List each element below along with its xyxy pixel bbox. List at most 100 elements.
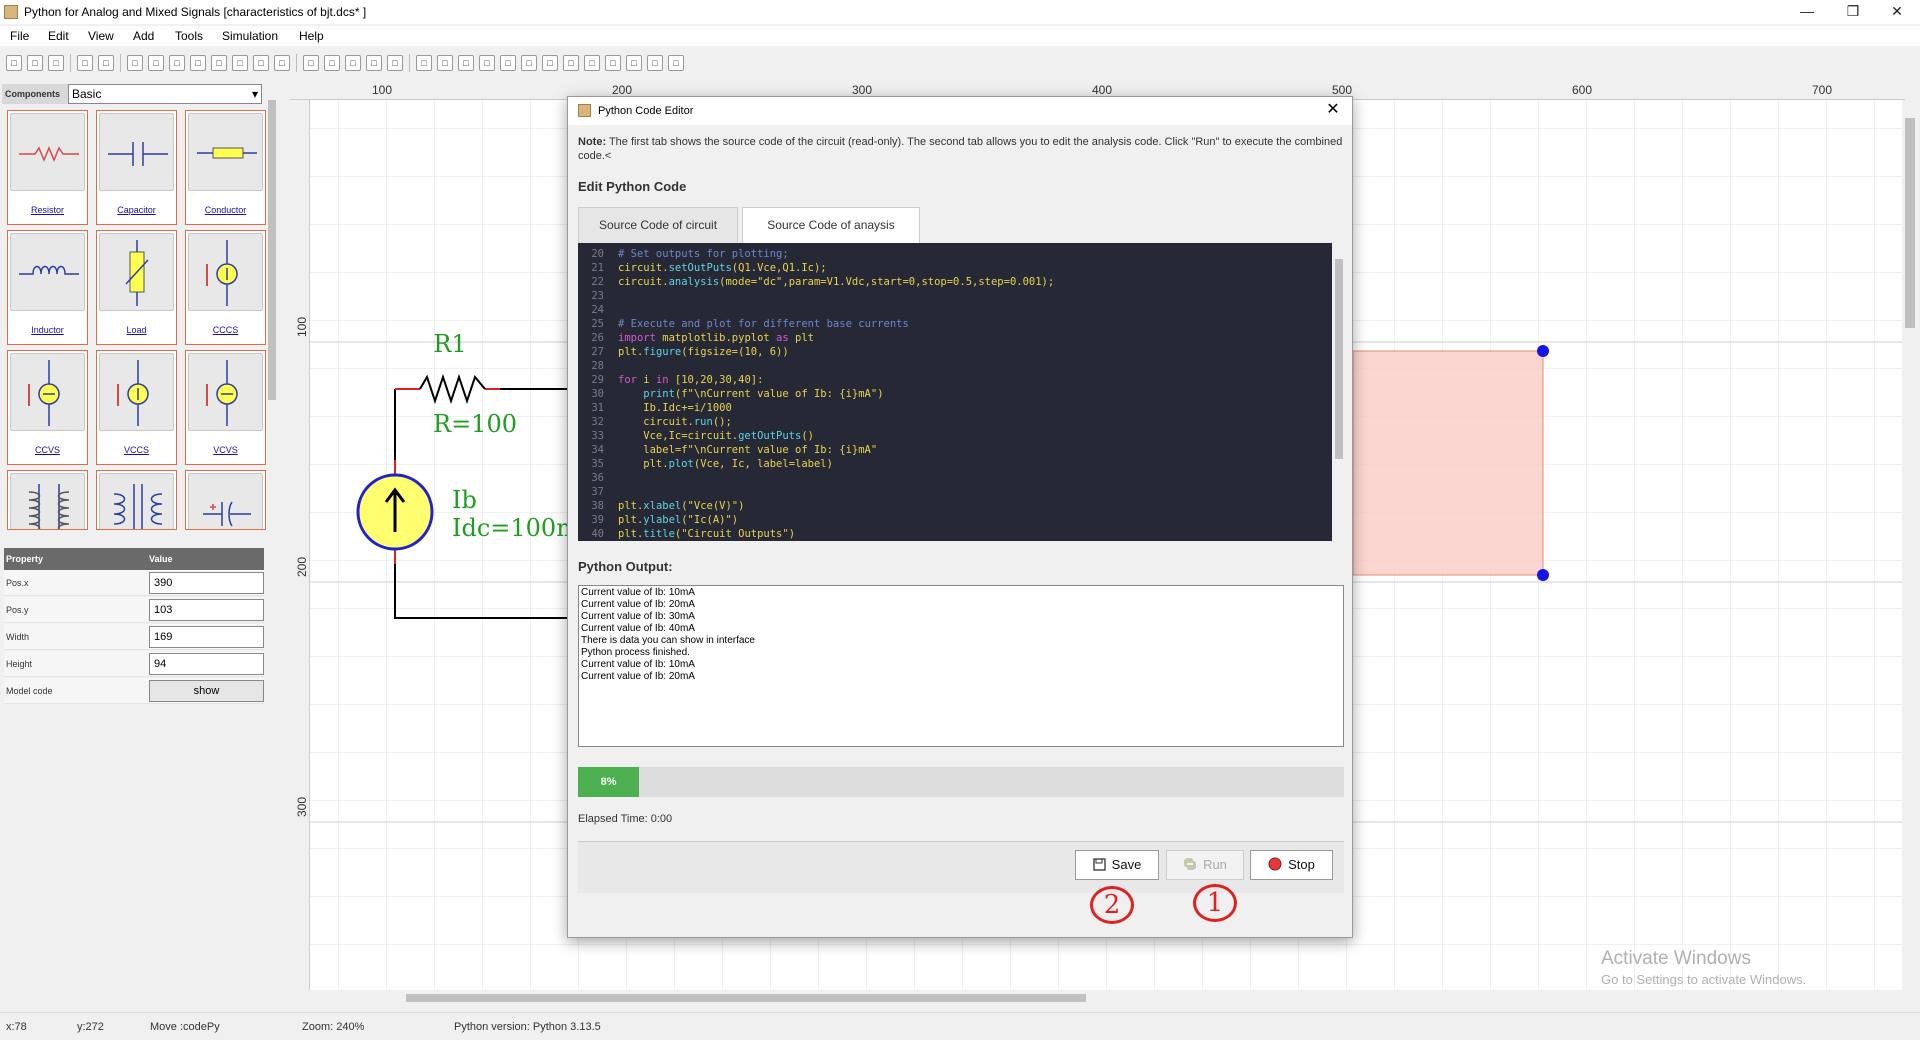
palette-scrollbar[interactable] [266, 84, 278, 524]
property-value-input[interactable]: 169 [149, 626, 264, 648]
menu-file[interactable]: File [10, 29, 29, 43]
pointer-icon[interactable]: □ [416, 55, 432, 71]
open-folder-icon[interactable]: □ [27, 55, 43, 71]
ungroup-icon[interactable]: □ [232, 55, 248, 71]
node-icon[interactable]: □ [479, 55, 495, 71]
component-category-select[interactable]: Basic ▾ [68, 84, 262, 104]
component-card-resistor[interactable]: Resistor [7, 110, 88, 225]
component-icon[interactable]: □ [626, 55, 642, 71]
code-line: 26 import matplotlib.pyplot as plt [578, 331, 1328, 345]
code-scrollbar[interactable] [1332, 243, 1346, 541]
rotate-icon[interactable]: □ [387, 55, 403, 71]
menu-edit[interactable]: Edit [48, 29, 69, 43]
stop-button[interactable]: Stop [1250, 850, 1333, 880]
python-output-heading: Python Output: [578, 559, 673, 574]
component-card-capacitor[interactable]: Capacitor [96, 110, 177, 225]
canvas-horizontal-scrollbar[interactable] [310, 990, 1902, 1006]
component-card-vccs[interactable]: VCCS [96, 350, 177, 465]
menu-tools[interactable]: Tools [175, 29, 203, 43]
flip-v-icon[interactable]: □ [366, 55, 382, 71]
python-output-box[interactable]: Current value of Ib: 10mA Current value o… [578, 585, 1344, 747]
zoom-in-icon[interactable]: □ [303, 55, 319, 71]
component-card-load[interactable]: Load [96, 230, 177, 345]
property-value-input[interactable]: 103 [149, 599, 264, 621]
probe-icon[interactable]: □ [542, 55, 558, 71]
rect-icon[interactable]: □ [500, 55, 516, 71]
component-card-conductor[interactable]: Conductor [185, 110, 266, 225]
bring-front-icon[interactable]: □ [253, 55, 269, 71]
code-line: 20 # Set outputs for plotting; [578, 247, 1328, 261]
redo-icon[interactable]: □ [127, 55, 143, 71]
property-value-input[interactable]: 390 [149, 572, 264, 594]
canvas-vertical-scrollbar[interactable] [1902, 100, 1918, 990]
save-button[interactable]: Save [1075, 850, 1159, 880]
ellipse-icon[interactable]: □ [521, 55, 537, 71]
line-number: 27 [591, 346, 604, 358]
resize-handle-top-right[interactable] [1537, 345, 1549, 357]
stop-icon [1268, 853, 1282, 881]
zoom-out-icon[interactable]: □ [324, 55, 340, 71]
component-card-cccs[interactable]: CCCS [185, 230, 266, 345]
component-card-variable-capacitor[interactable] [185, 470, 266, 530]
menu-bar: File Edit View Add Tools Simulation Help [0, 26, 1920, 46]
component-card-transformer[interactable] [7, 470, 88, 530]
code-icon[interactable]: □ [584, 55, 600, 71]
scrollbar-thumb[interactable] [268, 100, 276, 400]
close-dialog-button[interactable]: ✕ [1318, 99, 1348, 123]
dialog-title-bar: Python Code Editor ✕ [568, 97, 1352, 125]
scrollbar-thumb[interactable] [1335, 259, 1343, 459]
scrollbar-thumb[interactable] [1905, 118, 1915, 328]
send-back-icon[interactable]: □ [274, 55, 290, 71]
window-title: Python for Analog and Mixed Signals [cha… [24, 5, 367, 19]
component-label: Inductor [31, 325, 64, 335]
component-card-inductor[interactable]: Inductor [7, 230, 88, 345]
property-name: Model code [6, 686, 53, 696]
flip-h-icon[interactable]: □ [345, 55, 361, 71]
transformer-icon [10, 473, 85, 529]
vcvs-icon [188, 353, 263, 431]
component-category-value: Basic [72, 87, 102, 101]
paste-icon[interactable]: □ [190, 55, 206, 71]
menu-help[interactable]: Help [299, 29, 324, 43]
run-button[interactable]: Run [1166, 850, 1244, 880]
component-card-ccvs[interactable]: CCVS [7, 350, 88, 465]
cut-icon[interactable]: □ [148, 55, 164, 71]
python-icon[interactable]: □ [605, 55, 621, 71]
component-card-vcvs[interactable]: VCVS [185, 350, 266, 465]
status-zoom: Zoom: 240% [302, 1021, 365, 1033]
selected-component-box[interactable] [1352, 350, 1544, 576]
stop-sim-icon[interactable]: □ [647, 55, 663, 71]
property-value-input[interactable]: 94 [149, 653, 264, 675]
vertical-ruler: 100 200 300 [290, 100, 310, 990]
model-code-show-button[interactable]: show [149, 680, 264, 702]
fit-icon[interactable]: □ [668, 55, 684, 71]
run-label: Run [1203, 857, 1227, 872]
tab-source-analysis[interactable]: Source Code of anaysis [742, 207, 920, 243]
save-icon[interactable]: □ [48, 55, 64, 71]
menu-simulation[interactable]: Simulation [222, 29, 278, 43]
tab-source-circuit[interactable]: Source Code of circuit [578, 207, 738, 243]
code-editor[interactable]: 20 # Set outputs for plotting; 21 circuit.s… [578, 243, 1332, 541]
ground-icon[interactable]: □ [563, 55, 579, 71]
resize-handle-bottom-right[interactable] [1537, 569, 1549, 581]
component-label: Resistor [30, 205, 64, 215]
undo-icon[interactable]: □ [98, 55, 114, 71]
code-line: 27 plt.figure(figsize=(10, 6)) [578, 345, 1328, 359]
maximize-button[interactable]: ❒ [1830, 0, 1876, 24]
menu-add[interactable]: Add [133, 29, 154, 43]
text-icon[interactable]: □ [437, 55, 453, 71]
copy-icon[interactable]: □ [169, 55, 185, 71]
output-line: Python process finished. [581, 647, 690, 658]
export-icon[interactable]: □ [77, 55, 93, 71]
component-card-coupled-inductor[interactable] [96, 470, 177, 530]
wire-icon[interactable]: □ [458, 55, 474, 71]
menu-view[interactable]: View [88, 29, 114, 43]
property-table-header: Property Value [4, 548, 264, 570]
code-text: circuit.analysis(mode="dc",param=V1.Vdc,… [618, 276, 1055, 288]
scrollbar-thumb[interactable] [406, 994, 1086, 1002]
minimize-button[interactable]: — [1784, 0, 1830, 24]
group-icon[interactable]: □ [211, 55, 227, 71]
close-window-button[interactable]: ✕ [1874, 0, 1920, 24]
new-file-icon[interactable]: □ [6, 55, 22, 71]
variable-capacitor-icon [188, 473, 263, 529]
